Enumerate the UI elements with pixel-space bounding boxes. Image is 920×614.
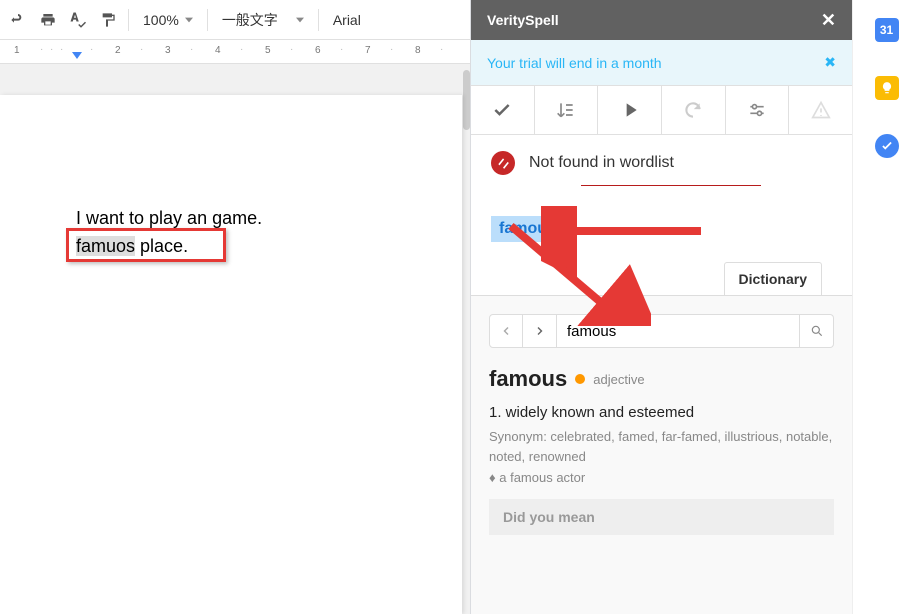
keep-icon[interactable]	[875, 76, 899, 100]
chevron-down-icon	[185, 16, 193, 24]
print-button[interactable]	[34, 6, 62, 34]
ruler-num: 5	[265, 45, 271, 56]
panel-header: VeritySpell ✕	[471, 0, 852, 40]
banner-close-icon[interactable]: ✖	[824, 54, 836, 71]
separator	[318, 9, 319, 31]
indent-marker[interactable]	[72, 52, 82, 59]
trial-banner: Your trial will end in a month ✖	[471, 40, 852, 86]
ruler-num: 3	[165, 45, 171, 56]
ruler-num: 1	[14, 45, 20, 56]
redo-button[interactable]	[4, 6, 32, 34]
paint-format-button[interactable]	[94, 6, 122, 34]
ruler-num: 7	[365, 45, 371, 56]
synonyms: Synonym: celebrated, famed, far-famed, i…	[489, 427, 834, 466]
toolbar: 100% 一般文字 Arial	[0, 0, 470, 40]
ruler-tick: ·	[440, 44, 443, 55]
ruler-num: 6	[315, 45, 321, 56]
dictionary-body: famous adjective 1. widely known and est…	[471, 295, 852, 614]
text-line-2[interactable]: famuos place.	[76, 233, 462, 261]
entry-word: famous	[489, 366, 567, 392]
trial-message: Your trial will end in a month	[487, 55, 662, 71]
ruler-tick: ·	[90, 44, 93, 55]
zoom-value: 100%	[143, 12, 179, 28]
misspelled-word[interactable]: famuos	[76, 236, 135, 256]
text-rest[interactable]: place.	[135, 236, 188, 256]
scrollbar[interactable]	[463, 70, 470, 130]
ruler-tick: ·	[50, 44, 53, 55]
dict-tab-row: Dictionary	[471, 262, 852, 295]
calendar-day: 31	[880, 23, 893, 37]
separator	[128, 9, 129, 31]
ruler-tick: ·	[60, 44, 63, 55]
panel-title: VeritySpell	[487, 12, 559, 28]
font-value: Arial	[333, 12, 361, 28]
undo-button[interactable]	[662, 86, 726, 134]
suggestion-area: famous	[471, 186, 852, 262]
ruler-tick: ·	[340, 44, 343, 55]
suggestion-chip[interactable]: famous	[491, 216, 564, 242]
entry-header: famous adjective	[489, 366, 834, 392]
dictionary-tab[interactable]: Dictionary	[724, 262, 822, 295]
definition: 1. widely known and esteemed	[489, 404, 834, 421]
document-area: 100% 一般文字 Arial 1 · · · · 2 · 3 · 4 · 5 …	[0, 0, 470, 614]
did-you-mean[interactable]: Did you mean	[489, 499, 834, 535]
settings-button[interactable]	[726, 86, 790, 134]
ruler-tick: ·	[390, 44, 393, 55]
ruler-tick: ·	[40, 44, 43, 55]
nav-back-button[interactable]	[489, 314, 523, 348]
font-dropdown[interactable]: Arial	[325, 12, 369, 28]
separator	[207, 9, 208, 31]
warning-button[interactable]	[789, 86, 852, 134]
verityspell-panel: VeritySpell ✕ Your trial will end in a m…	[470, 0, 852, 614]
chevron-down-icon	[296, 16, 304, 24]
close-button[interactable]: ✕	[821, 10, 836, 31]
not-found-text: Not found in wordlist	[529, 154, 674, 172]
tasks-icon[interactable]	[875, 134, 899, 158]
dictionary-nav	[489, 314, 834, 348]
ruler-num: 4	[215, 45, 221, 56]
dictionary-search-input[interactable]	[557, 314, 800, 348]
nav-forward-button[interactable]	[523, 314, 557, 348]
panel-action-bar	[471, 86, 852, 135]
part-of-speech: adjective	[593, 372, 644, 387]
pos-indicator-dot	[575, 374, 585, 384]
document-page[interactable]: I want to play an game. famuos place.	[0, 95, 462, 614]
ruler-tick: ·	[290, 44, 293, 55]
ruler-tick: ·	[190, 44, 193, 55]
horizontal-ruler[interactable]: 1 · · · · 2 · 3 · 4 · 5 · 6 · 7 · 8 ·	[0, 40, 470, 64]
not-found-message: Not found in wordlist	[471, 135, 852, 181]
error-icon	[491, 151, 515, 175]
skip-button[interactable]	[598, 86, 662, 134]
zoom-dropdown[interactable]: 100%	[135, 12, 201, 28]
spellcheck-button[interactable]	[64, 6, 92, 34]
text-line-1[interactable]: I want to play an game.	[76, 205, 462, 233]
paragraph-style-dropdown[interactable]: 一般文字	[214, 10, 312, 30]
ruler-tick: ·	[240, 44, 243, 55]
ruler-tick: ·	[140, 44, 143, 55]
dictionary-search-button[interactable]	[800, 314, 834, 348]
side-rail: 31	[852, 0, 920, 614]
calendar-icon[interactable]: 31	[875, 18, 899, 42]
ruler-num: 8	[415, 45, 421, 56]
accept-button[interactable]	[471, 86, 535, 134]
accept-all-button[interactable]	[535, 86, 599, 134]
ruler-num: 2	[115, 45, 121, 56]
example: ♦ a famous actor	[489, 470, 834, 485]
paragraph-style-value: 一般文字	[222, 10, 278, 30]
